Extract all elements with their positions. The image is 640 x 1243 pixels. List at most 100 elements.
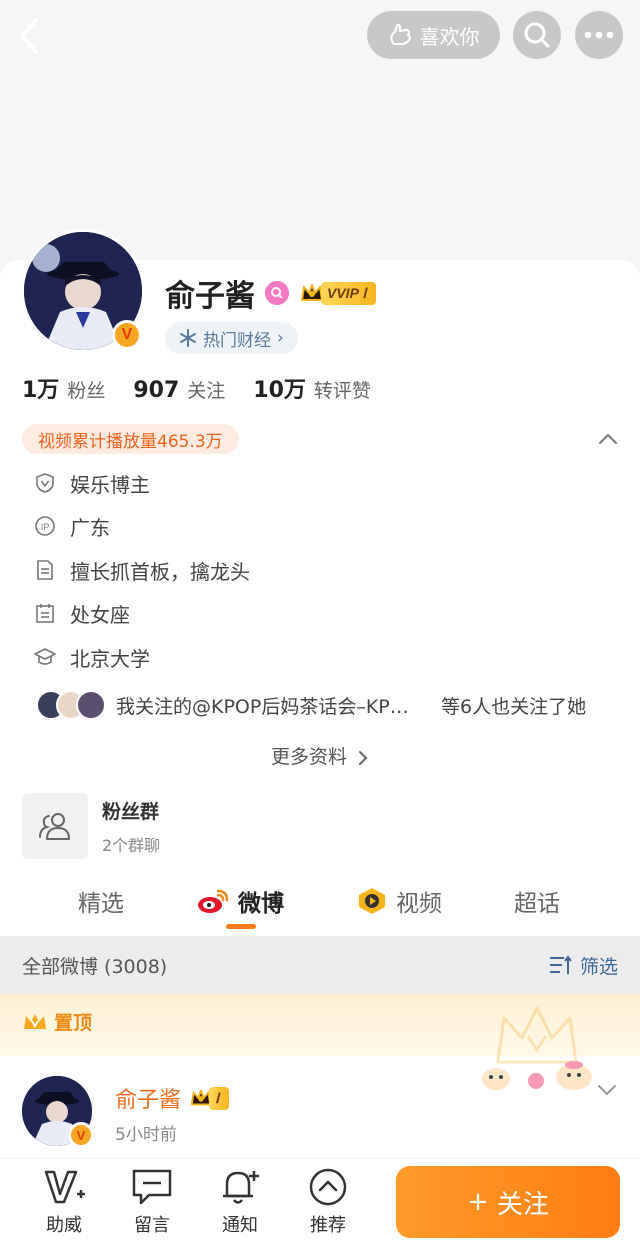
cartoon-decoration-icon <box>482 1061 592 1090</box>
weibo-logo-icon <box>198 889 229 913</box>
plus-icon: + <box>467 1187 489 1217</box>
top-bar: 喜欢你 <box>0 0 640 70</box>
info-text: 广东 <box>70 515 110 540</box>
tab-label: 微博 <box>238 891 284 917</box>
stat-likes[interactable]: 10万 转评赞 <box>253 372 371 404</box>
filter-label: 筛选 <box>579 955 618 978</box>
info-row-school: 北京大学 <box>34 642 150 672</box>
tab-label: 精选 <box>78 891 124 917</box>
stat-value: 1万 <box>22 378 60 403</box>
chevron-down-icon[interactable] <box>595 1082 619 1102</box>
more-info-link[interactable]: 更多资料 <box>0 742 640 769</box>
snowflake-icon <box>180 329 196 347</box>
profile-name: 俞子酱 <box>165 279 255 314</box>
search-button[interactable] <box>513 11 561 59</box>
post-author-row: 俞子酱 Ⅰ <box>115 1082 230 1114</box>
mutual-follow-text: 我关注的@KPOP后妈茶话会–KPOP后妈茶话会 <box>116 695 416 718</box>
all-posts-count[interactable]: 全部微博 (3008) <box>22 952 167 979</box>
cheer-v-icon <box>42 1167 86 1207</box>
recommend-button[interactable]: 推荐 <box>298 1167 358 1237</box>
back-button[interactable] <box>14 14 54 58</box>
stat-value: 907 <box>133 378 180 403</box>
vvip-badge[interactable]: VVIP Ⅰ <box>299 280 377 306</box>
document-icon <box>34 559 56 581</box>
vvip-label: VVIP Ⅰ <box>321 281 377 305</box>
cheer-button[interactable]: 助威 <box>34 1167 94 1237</box>
info-row-zodiac: 处女座 <box>34 598 130 628</box>
stat-value: 10万 <box>253 378 306 403</box>
graduation-cap-icon <box>34 646 56 668</box>
info-text: 擅长抓首板，擒龙头 <box>70 559 250 584</box>
info-text: 处女座 <box>70 602 130 627</box>
chevron-right-icon: › <box>277 328 284 348</box>
bottom-item-label: 留言 <box>134 1215 170 1236</box>
back-arrow-icon <box>20 18 38 54</box>
video-plays-pill: 视频累计播放量465.3万 <box>22 424 239 454</box>
info-text: 娱乐博主 <box>70 472 150 497</box>
vip-level: Ⅰ <box>209 1086 230 1110</box>
bell-plus-icon <box>218 1167 262 1207</box>
more-dots-icon <box>584 31 614 39</box>
calendar-icon <box>34 602 56 624</box>
like-you-label: 喜欢你 <box>419 24 480 49</box>
tab-label: 视频 <box>396 891 442 917</box>
profile-tabs: 精选 微博 视频 超话 <box>0 876 640 932</box>
name-row: 俞子酱 VVIP Ⅰ <box>165 273 377 314</box>
vip-badge: Ⅰ <box>189 1085 230 1111</box>
feed-filter-bar: 全部微博 (3008) 筛选 <box>0 936 640 994</box>
search-icon <box>524 22 550 48</box>
bottom-action-bar: 助威 留言 通知 推荐 + 关注 <box>0 1158 640 1243</box>
tab-video[interactable]: 视频 <box>356 876 442 926</box>
info-row-category: 娱乐博主 <box>34 468 150 498</box>
chevron-up-icon[interactable] <box>596 427 620 451</box>
fan-group-entry[interactable]: 粉丝群 2个群聊 <box>22 793 160 859</box>
pink-member-icon[interactable] <box>265 281 289 305</box>
follow-label: 关注 <box>496 1189 549 1220</box>
verified-badge: V <box>112 320 142 350</box>
stat-followers[interactable]: 1万 粉丝 <box>22 372 105 404</box>
post-time: 5小时前 <box>115 1125 177 1145</box>
tab-weibo[interactable]: 微博 <box>196 876 284 926</box>
active-tab-indicator <box>226 924 256 929</box>
pinned-label: 置顶 <box>22 1008 92 1035</box>
pinned-text: 置顶 <box>54 1012 93 1034</box>
bottom-item-label: 助威 <box>46 1215 82 1236</box>
profile-stats: 1万 粉丝 907 关注 10万 转评赞 <box>22 372 399 406</box>
mutual-avatars <box>36 690 112 720</box>
group-chat-icon <box>22 793 88 859</box>
stat-following[interactable]: 907 关注 <box>133 376 225 403</box>
fan-group-subtitle: 2个群聊 <box>102 835 161 855</box>
stat-label: 转评赞 <box>313 380 371 402</box>
avatar <box>76 690 106 720</box>
stat-label: 关注 <box>187 380 226 402</box>
more-info-label: 更多资料 <box>270 746 347 768</box>
pin-crown-icon <box>24 1013 46 1029</box>
fan-group-text: 粉丝群 2个群聊 <box>102 797 160 856</box>
message-button[interactable]: 留言 <box>122 1167 182 1237</box>
info-text: 北京大学 <box>70 646 150 671</box>
hot-tag-pill[interactable]: 热门财经 › <box>165 322 298 354</box>
recommend-up-icon <box>306 1167 350 1207</box>
bottom-item-label: 通知 <box>222 1215 258 1236</box>
video-play-icon <box>359 888 385 914</box>
tab-featured[interactable]: 精选 <box>78 876 124 926</box>
tab-label: 超话 <box>514 891 560 917</box>
bottom-item-label: 推荐 <box>310 1215 346 1236</box>
info-row-location: IP 广东 <box>34 511 110 541</box>
shield-v-icon <box>34 472 56 494</box>
like-you-button[interactable]: 喜欢你 <box>367 11 500 59</box>
verified-badge: V <box>68 1122 94 1148</box>
follow-button[interactable]: + 关注 <box>396 1166 620 1238</box>
mutual-follow-row[interactable]: 我关注的@KPOP后妈茶话会–KPOP后妈茶话会 等6人也关注了她 <box>36 688 616 722</box>
mutual-follow-count: 等6人也关注了她 <box>441 695 587 718</box>
filter-sort-icon <box>549 955 572 974</box>
more-button[interactable] <box>575 11 623 59</box>
stat-label: 粉丝 <box>67 380 106 402</box>
info-row-bio: 擅长抓首板，擒龙头 <box>34 555 250 585</box>
notify-button[interactable]: 通知 <box>210 1167 270 1237</box>
post-author[interactable]: 俞子酱 <box>115 1082 181 1114</box>
hot-tag-label: 热门财经 <box>203 330 271 351</box>
verified-v-icon: V <box>121 326 133 343</box>
tab-supertopic[interactable]: 超话 <box>514 876 560 926</box>
filter-button[interactable]: 筛选 <box>548 952 618 979</box>
